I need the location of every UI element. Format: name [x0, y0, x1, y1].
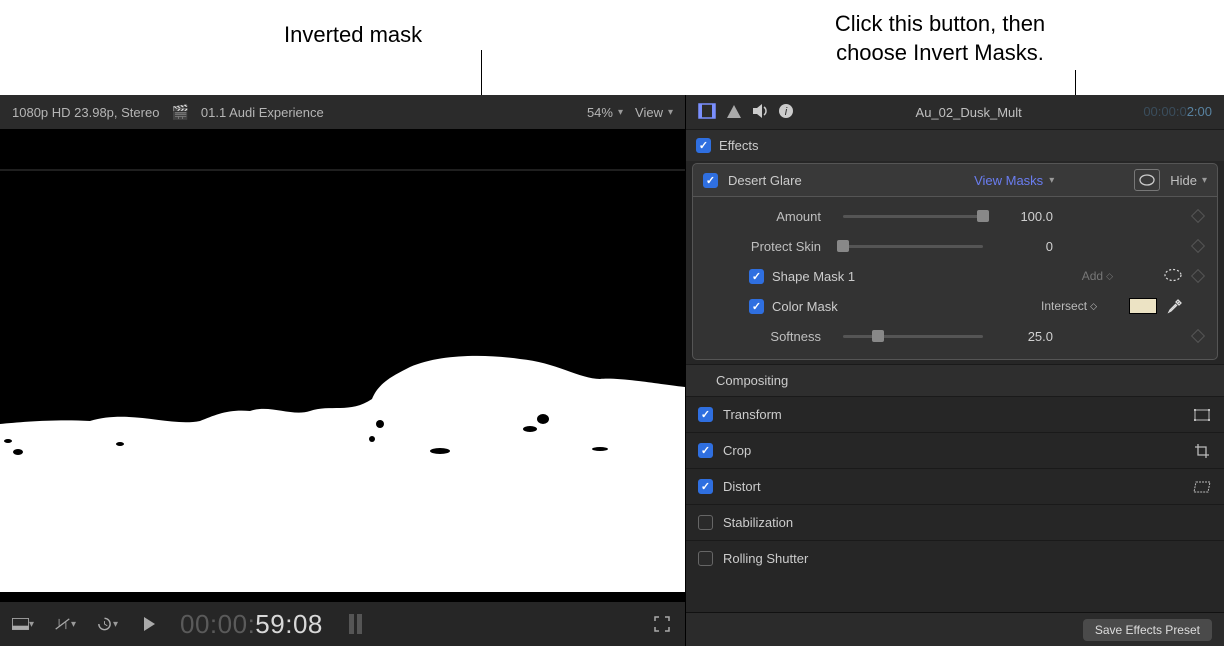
- amount-label: Amount: [713, 209, 833, 224]
- amount-row: Amount 100.0: [693, 201, 1217, 231]
- transform-row[interactable]: Transform: [686, 396, 1224, 432]
- chevron-down-icon: ▾: [668, 107, 673, 118]
- fullscreen-icon[interactable]: [651, 613, 673, 635]
- distort-icon[interactable]: [1192, 479, 1212, 495]
- apply-mask-button[interactable]: [1134, 169, 1160, 191]
- viewer-pane: 1080p HD 23.98p, Stereo 🎬 01.1 Audi Expe…: [0, 95, 685, 646]
- chevron-down-icon: ▾: [71, 619, 76, 630]
- viewer-toolbar: 1080p HD 23.98p, Stereo 🎬 01.1 Audi Expe…: [0, 95, 685, 129]
- play-button[interactable]: [138, 613, 160, 635]
- mask-preview: [0, 129, 685, 592]
- format-label: 1080p HD 23.98p, Stereo: [12, 105, 159, 120]
- effect-header: Desert Glare View Masks ▾ Hide▾: [692, 163, 1218, 197]
- video-tab-icon[interactable]: [698, 103, 716, 122]
- clapperboard-icon: 🎬: [171, 104, 188, 121]
- effect-body: Amount 100.0 Protect Skin 0 Shape Mask 1…: [692, 197, 1218, 360]
- info-tab-icon[interactable]: i: [778, 103, 794, 122]
- chevron-down-icon: ▾: [1202, 175, 1207, 186]
- color-mask-row: Color Mask Intersect ◇: [693, 291, 1217, 321]
- crop-label: Crop: [723, 443, 751, 458]
- rolling-shutter-label: Rolling Shutter: [723, 551, 808, 566]
- softness-value[interactable]: 25.0: [993, 329, 1053, 344]
- rolling-shutter-row[interactable]: Rolling Shutter: [686, 540, 1224, 576]
- protect-skin-value[interactable]: 0: [993, 239, 1053, 254]
- annotation-invert-button: Click this button, then choose Invert Ma…: [780, 10, 1100, 67]
- softness-label: Softness: [713, 329, 833, 344]
- clip-appearance-icon[interactable]: ▾: [12, 613, 34, 635]
- inspector-header: i Au_02_Dusk_Mult 00:00:02:00: [686, 95, 1224, 129]
- stabilization-checkbox[interactable]: [698, 515, 713, 530]
- softness-row: Softness 25.0: [693, 321, 1217, 351]
- keyframe-icon[interactable]: [1191, 209, 1205, 223]
- hide-dropdown[interactable]: Hide▾: [1170, 173, 1207, 188]
- effects-section-header[interactable]: Effects: [686, 129, 1224, 161]
- chevron-down-icon: ▾: [618, 107, 623, 118]
- eyedropper-icon[interactable]: [1167, 298, 1183, 314]
- viewer-canvas[interactable]: [0, 129, 685, 602]
- effect-name: Desert Glare: [728, 173, 802, 188]
- rolling-shutter-checkbox[interactable]: [698, 551, 713, 566]
- transform-icon[interactable]: [1192, 407, 1212, 423]
- shape-blend-mode-dropdown[interactable]: Add ◇: [1082, 269, 1113, 283]
- distort-row[interactable]: Distort: [686, 468, 1224, 504]
- color-blend-mode-dropdown[interactable]: Intersect ◇: [1041, 299, 1097, 313]
- view-masks-dropdown[interactable]: View Masks ▾: [974, 173, 1054, 188]
- color-mask-label: Color Mask: [772, 299, 838, 314]
- audio-tab-icon[interactable]: [752, 104, 768, 121]
- compositing-label: Compositing: [686, 364, 1224, 396]
- amount-slider[interactable]: [843, 215, 983, 218]
- audio-meter-icon[interactable]: [349, 614, 362, 634]
- inspector-footer: Save Effects Preset: [686, 612, 1224, 646]
- zoom-dropdown[interactable]: 54%▾: [587, 105, 623, 120]
- chevron-down-icon: ▾: [29, 619, 34, 630]
- shape-mask-icon[interactable]: [1163, 268, 1183, 285]
- protect-skin-slider[interactable]: [843, 245, 983, 248]
- crop-checkbox[interactable]: [698, 443, 713, 458]
- inspector-clip-name: Au_02_Dusk_Mult: [804, 105, 1133, 120]
- keyframe-icon[interactable]: [1191, 329, 1205, 343]
- inspector-pane: i Au_02_Dusk_Mult 00:00:02:00 Effects De…: [685, 95, 1224, 646]
- transform-label: Transform: [723, 407, 782, 422]
- viewer-footer: ▾ ▾ ▾ 00:00:59:08: [0, 602, 685, 646]
- keyframe-icon[interactable]: [1191, 269, 1205, 283]
- stabilization-row[interactable]: Stabilization: [686, 504, 1224, 540]
- effects-label: Effects: [719, 138, 759, 153]
- color-swatch[interactable]: [1129, 298, 1157, 314]
- playhead-timecode[interactable]: 00:00:59:08: [180, 609, 323, 640]
- inspector-timecode: 00:00:02:00: [1143, 104, 1212, 120]
- snapping-icon[interactable]: ▾: [54, 613, 76, 635]
- transform-checkbox[interactable]: [698, 407, 713, 422]
- keyframe-icon[interactable]: [1191, 239, 1205, 253]
- protect-skin-row: Protect Skin 0: [693, 231, 1217, 261]
- shape-mask-row: Shape Mask 1 Add ◇: [693, 261, 1217, 291]
- chevron-down-icon: ▾: [1049, 175, 1054, 186]
- crop-row[interactable]: Crop: [686, 432, 1224, 468]
- chevron-down-icon: ▾: [113, 619, 118, 630]
- stabilization-label: Stabilization: [723, 515, 793, 530]
- shape-mask-checkbox[interactable]: [749, 269, 764, 284]
- annotation-inverted-mask: Inverted mask: [284, 22, 422, 48]
- effect-enable-checkbox[interactable]: [703, 173, 718, 188]
- clip-name: 01.1 Audi Experience: [201, 105, 324, 120]
- crop-icon[interactable]: [1192, 443, 1212, 459]
- amount-value[interactable]: 100.0: [993, 209, 1053, 224]
- view-dropdown[interactable]: View▾: [635, 105, 673, 120]
- retime-icon[interactable]: ▾: [96, 613, 118, 635]
- distort-checkbox[interactable]: [698, 479, 713, 494]
- protect-skin-label: Protect Skin: [713, 239, 833, 254]
- distort-label: Distort: [723, 479, 761, 494]
- color-mask-checkbox[interactable]: [749, 299, 764, 314]
- save-effects-preset-button[interactable]: Save Effects Preset: [1083, 619, 1212, 641]
- softness-slider[interactable]: [843, 335, 983, 338]
- effects-checkbox[interactable]: [696, 138, 711, 153]
- color-tab-icon[interactable]: [726, 103, 742, 122]
- app-window: 1080p HD 23.98p, Stereo 🎬 01.1 Audi Expe…: [0, 95, 1224, 646]
- shape-mask-label: Shape Mask 1: [772, 269, 855, 284]
